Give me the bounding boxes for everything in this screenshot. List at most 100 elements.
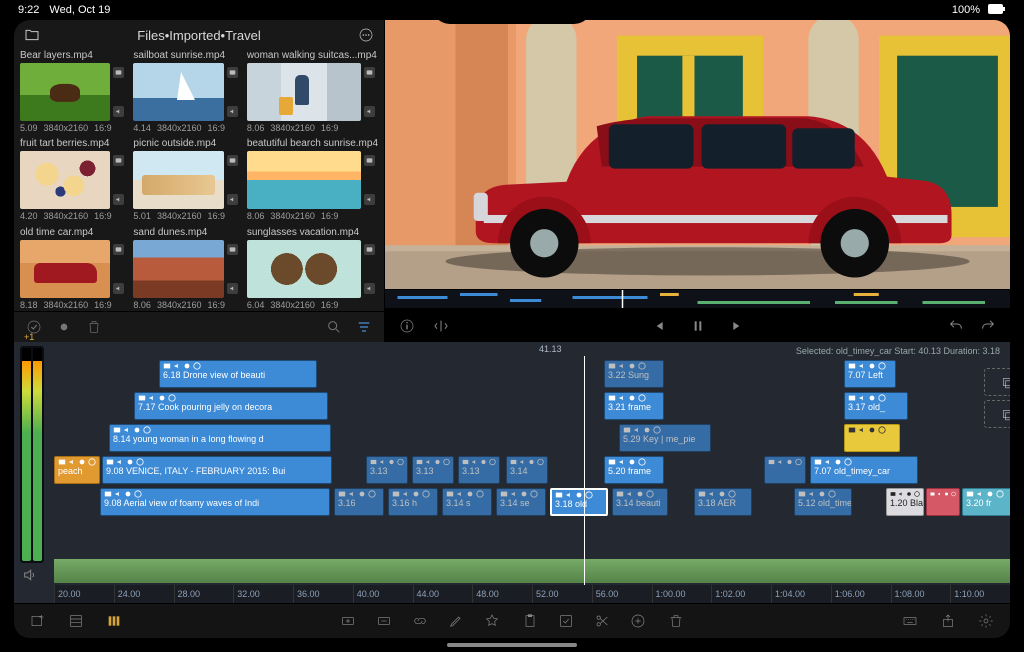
clip-title: sailboat sunrise.mp4 <box>133 50 240 61</box>
clip-thumbnail[interactable] <box>20 63 110 121</box>
timeline-clip[interactable]: 7.07 Left <box>844 360 896 388</box>
video-badge-icon <box>227 155 238 166</box>
undo-icon[interactable] <box>948 318 964 334</box>
clip-title: Bear layers.mp4 <box>20 50 127 61</box>
breadcrumb[interactable]: Files•Imported•Travel <box>48 28 350 43</box>
drop-target[interactable] <box>984 400 1010 428</box>
timeline-clip[interactable]: 3.13 <box>412 456 454 484</box>
checklist-icon[interactable] <box>558 613 574 629</box>
clip-thumbnail[interactable] <box>133 240 223 298</box>
timeline-track[interactable]: peach9.08 VENICE, ITALY - FEBRUARY 2015:… <box>54 456 1010 484</box>
pause-icon[interactable] <box>690 318 706 334</box>
timeline-clip[interactable]: peach <box>54 456 100 484</box>
clip-thumbnail[interactable] <box>133 63 223 121</box>
insert-icon[interactable] <box>340 613 356 629</box>
clip-item[interactable]: fruit tart berries.mp4 4.203840x216016:9 <box>20 138 127 222</box>
timeline-clip[interactable]: 9.08 Aerial view of foamy waves of Indi <box>100 488 330 516</box>
more-icon[interactable] <box>358 27 374 43</box>
timeline-clip[interactable]: 9.08 VENICE, ITALY - FEBRUARY 2015: Bui <box>102 456 332 484</box>
settings-icon[interactable] <box>978 613 994 629</box>
timeline-clip[interactable] <box>844 424 900 452</box>
prev-icon[interactable] <box>650 318 666 334</box>
timeline-clip[interactable] <box>764 456 806 484</box>
clip-item[interactable]: sailboat sunrise.mp4 4.143840x216016:9 <box>133 50 240 134</box>
clip-thumbnail[interactable] <box>20 151 110 209</box>
clip-item[interactable]: sand dunes.mp4 8.063840x216016:9 <box>133 227 240 311</box>
overwrite-icon[interactable] <box>376 613 392 629</box>
timeline-clip[interactable]: 3.17 old_ <box>844 392 908 420</box>
timeline-clip[interactable]: 3.16 <box>334 488 384 516</box>
timeline-clip[interactable]: 6.18 Drone view of beauti <box>159 360 317 388</box>
search-icon[interactable] <box>326 319 342 335</box>
preview-filmstrip[interactable] <box>385 289 1010 309</box>
link-icon[interactable] <box>412 613 428 629</box>
add-source-icon[interactable] <box>30 613 46 629</box>
timeline-clip[interactable] <box>926 488 960 516</box>
timeline-clip[interactable]: 3.13 <box>458 456 500 484</box>
timeline-clip[interactable]: 3.22 Sung <box>604 360 664 388</box>
clip-meta: 8.063840x216016:9 <box>247 211 378 221</box>
timeline-clip[interactable]: 5.12 old_timey_ca <box>794 488 852 516</box>
split-view-icon[interactable] <box>433 318 449 334</box>
timeline-track[interactable]: 9.08 Aerial view of foamy waves of Indi3… <box>54 488 1010 516</box>
timeline-clip[interactable]: 3.14 s <box>442 488 492 516</box>
playhead[interactable] <box>584 356 585 585</box>
clip-item[interactable]: woman walking suitcas...mp4 8.063840x216… <box>247 50 378 134</box>
ruler-tick: 1:02.00 <box>711 585 771 603</box>
timeline-track[interactable]: 7.17 Cook pouring jelly on decora 3.21 fr… <box>54 392 1010 420</box>
clip-item[interactable]: picnic outside.mp4 5.013840x216016:9 <box>133 138 240 222</box>
preview-canvas[interactable] <box>385 20 1010 289</box>
timeline-clip[interactable]: 5.29 Key | me_pie <box>619 424 711 452</box>
library-icon[interactable] <box>68 613 84 629</box>
speaker-icon[interactable] <box>22 567 38 583</box>
info-icon[interactable] <box>399 318 415 334</box>
clipboard-icon[interactable] <box>522 613 538 629</box>
timeline-clip[interactable]: 8.14 young woman in a long flowing d <box>109 424 331 452</box>
timeline-clip[interactable]: 3.18 AER <box>694 488 752 516</box>
lanes-icon[interactable] <box>106 613 122 629</box>
timeline-clip[interactable]: 1.20 Bla <box>886 488 924 516</box>
add-icon[interactable] <box>630 613 646 629</box>
timeline-clip[interactable]: 3.21 frame <box>604 392 664 420</box>
home-indicator[interactable] <box>447 643 577 647</box>
clip-thumbnail[interactable] <box>247 240 361 298</box>
status-time: 9:22 <box>18 4 39 16</box>
timeline-clip[interactable]: 7.07 old_timey_car <box>810 456 918 484</box>
timeline-track[interactable]: 6.18 Drone view of beauti 3.22 Sung 7.07 L… <box>54 360 1010 388</box>
timeline-clip[interactable]: 3.18 old <box>550 488 608 516</box>
timeline-clip[interactable]: 3.16 h <box>388 488 438 516</box>
favorite-icon[interactable] <box>484 613 500 629</box>
scissors-icon[interactable] <box>594 613 610 629</box>
timeline-track[interactable]: 8.14 young woman in a long flowing d 5.29… <box>54 424 1010 452</box>
clip-item[interactable]: Bear layers.mp4 5.093840x216016:9 <box>20 50 127 134</box>
clip-thumbnail[interactable] <box>133 151 223 209</box>
pencil-icon[interactable] <box>448 613 464 629</box>
delete-icon[interactable] <box>668 613 684 629</box>
audio-waveform[interactable] <box>54 559 1010 583</box>
clip-thumbnail[interactable] <box>247 63 361 121</box>
share-icon[interactable] <box>940 613 956 629</box>
timeline-clip[interactable]: 3.20 fr <box>962 488 1010 516</box>
next-icon[interactable] <box>730 318 746 334</box>
timeline-clip[interactable]: 3.14 se <box>496 488 546 516</box>
keyboard-icon[interactable] <box>902 613 918 629</box>
trash-icon[interactable] <box>86 319 102 335</box>
record-icon[interactable] <box>56 319 72 335</box>
timeline-clip[interactable]: 3.13 <box>366 456 408 484</box>
timeline-clip[interactable]: 7.17 Cook pouring jelly on decora <box>134 392 328 420</box>
redo-icon[interactable] <box>980 318 996 334</box>
clip-thumbnail[interactable] <box>247 151 361 209</box>
clip-item[interactable]: beatutiful bearch sunrise.mp4 8.063840x2… <box>247 138 378 222</box>
folder-icon[interactable] <box>24 27 40 43</box>
clip-item[interactable]: old time car.mp4 8.183840x216016:9 <box>20 227 127 311</box>
time-ruler[interactable]: 20.0024.0028.0032.0036.0040.0044.0048.00… <box>54 585 1010 603</box>
timeline-clip[interactable]: 3.14 <box>506 456 548 484</box>
clip-item[interactable]: sunglasses vacation.mp4 6.043840x216016:… <box>247 227 378 311</box>
timeline-clip[interactable]: 5.20 frame <box>604 456 664 484</box>
drop-target[interactable] <box>984 368 1010 396</box>
timeline[interactable]: Selected: old_timey_car Start: 40.13 Dur… <box>14 342 1010 603</box>
clip-meta: 4.143840x216016:9 <box>133 123 240 133</box>
timeline-clip[interactable]: 3.14 beauti <box>612 488 668 516</box>
filter-icon[interactable] <box>356 319 372 335</box>
clip-thumbnail[interactable] <box>20 240 110 298</box>
